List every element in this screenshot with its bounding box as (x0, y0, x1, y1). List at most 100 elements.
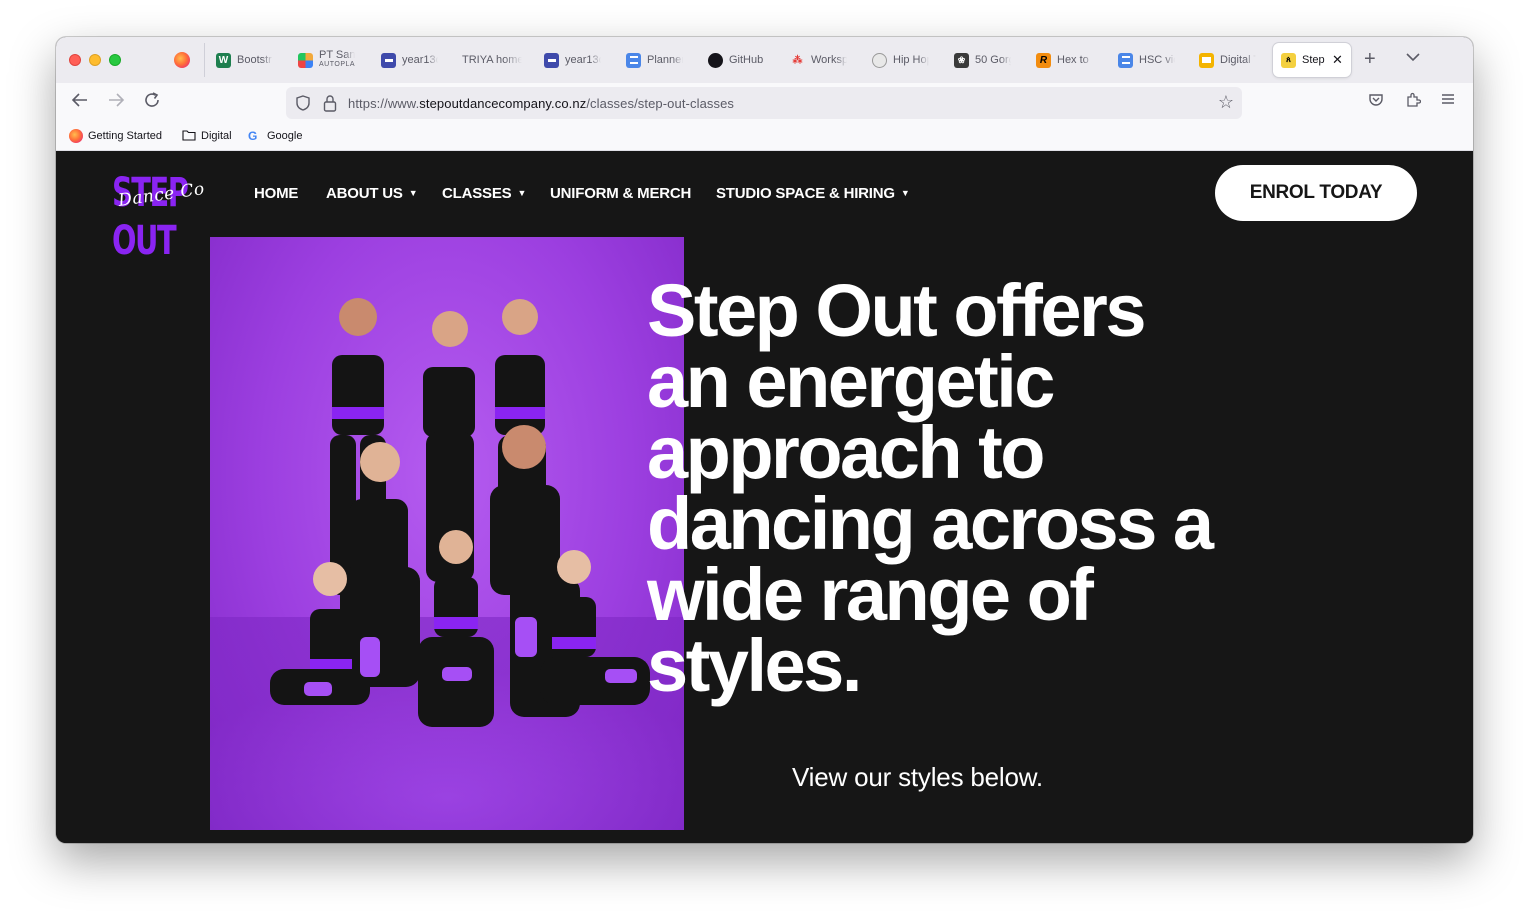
new-tab-plus-icon[interactable]: + (1364, 49, 1376, 69)
url-domain: stepoutdancecompany.co.nz (419, 96, 587, 111)
hero-subtitle: View our styles below. (792, 762, 1043, 792)
tab-github[interactable]: GitHub (708, 43, 769, 77)
google-icon: G (248, 129, 258, 143)
app-grid-icon (298, 52, 313, 68)
menu-uniform-merch[interactable]: UNIFORM & MERCH (550, 185, 691, 202)
tab-pt-san[interactable]: PT San AUTOPLA (298, 43, 355, 77)
menu-label: CLASSES (442, 185, 512, 202)
dropdown-caret-icon: ▼ (408, 188, 418, 198)
google-slides-icon (1199, 52, 1214, 68)
w-logo-icon: W (216, 52, 231, 68)
hero-heading-line: an energetic (647, 340, 1055, 423)
tab-hip-hop[interactable]: Hip Hop (872, 43, 929, 77)
url-bar[interactable]: https://www.stepoutdancecompany.co.nz/cl… (286, 87, 1242, 119)
url-text[interactable]: https://www.stepoutdancecompany.co.nz/cl… (348, 96, 734, 111)
tab-label: PT San (319, 50, 355, 60)
hero-heading-line: Step Out offers (647, 269, 1146, 352)
lock-icon[interactable] (323, 94, 337, 112)
tab-label: Step (1302, 54, 1325, 66)
tab-label: 50 Gorg (975, 54, 1011, 66)
url-prefix: https://www. (348, 96, 420, 111)
tab-sublabel: AUTOPLA (319, 61, 356, 68)
tab-step-out-active[interactable]: ጰ Step ✕ (1273, 43, 1351, 77)
tab-label: Digital T (1220, 54, 1256, 66)
google-docs-icon (1118, 52, 1133, 68)
close-window-button[interactable] (69, 54, 81, 66)
tab-bootstrap[interactable]: W Bootstr (216, 43, 273, 77)
hero-heading-line: wide range of (647, 553, 1094, 636)
workspace-icon: ⁂ (792, 54, 803, 66)
hero-heading-line: approach to (647, 411, 1045, 494)
bookmark-digital-folder[interactable]: Digital (182, 129, 232, 143)
tab-label: year13d (565, 54, 601, 66)
firefox-view-icon[interactable] (174, 52, 190, 68)
menu-studio-space-hiring[interactable]: STUDIO SPACE & HIRING ▼ (716, 185, 910, 202)
folder-icon (182, 129, 196, 143)
tab-label: Planner (647, 54, 683, 66)
firefox-icon (69, 129, 83, 143)
menu-label: STUDIO SPACE & HIRING (716, 185, 895, 202)
hamburger-menu-icon[interactable] (1441, 92, 1455, 111)
bookmark-label: Digital (201, 130, 232, 142)
hero-heading: Step Out offers an energetic approach to… (647, 269, 1287, 703)
site-logo[interactable]: STEP OUT Dance Co (112, 169, 212, 264)
web-page: STEP OUT Dance Co HOME ABOUT US ▼ CLASSES… (56, 151, 1473, 843)
extensions-puzzle-icon[interactable] (1405, 92, 1422, 113)
close-tab-icon[interactable]: ✕ (1332, 52, 1343, 68)
minimize-window-button[interactable] (89, 54, 101, 66)
menu-label: HOME (254, 185, 299, 202)
github-icon (708, 52, 723, 68)
menu-home[interactable]: HOME (254, 185, 298, 202)
menu-classes[interactable]: CLASSES ▼ (442, 185, 526, 202)
bookmarks-toolbar: Getting Started Digital G Google (56, 123, 1473, 151)
navigation-toolbar: https://www.stepoutdancecompany.co.nz/cl… (56, 83, 1473, 123)
dancers-group-photo (210, 237, 684, 830)
paw-icon: ❀ (954, 52, 969, 68)
bookmark-google[interactable]: G Google (248, 129, 302, 143)
bookmark-label: Getting Started (88, 130, 162, 142)
tab-divider (204, 43, 205, 77)
url-path: /classes/step-out-classes (586, 96, 735, 111)
bookmark-star-icon[interactable]: ☆ (1218, 92, 1234, 113)
google-docs-icon (626, 52, 641, 68)
tab-planner[interactable]: Planner (626, 43, 683, 77)
tab-list-chevron-down-icon[interactable] (1406, 49, 1420, 65)
tracking-protection-shield-icon[interactable] (296, 95, 310, 111)
hero-heading-line: dancing across a (647, 482, 1214, 565)
back-arrow-icon[interactable] (71, 91, 89, 114)
tab-triya-home[interactable]: TRIYA home (462, 43, 522, 77)
document-icon (381, 52, 396, 68)
tab-label: Bootstr (237, 54, 272, 66)
step-out-favicon-icon: ጰ (1281, 52, 1296, 68)
bookmark-label: Google (267, 130, 303, 142)
tab-hsc-vid[interactable]: HSC vid (1118, 43, 1175, 77)
tab-strip: W Bootstr PT San AUTOPLA year13d TRIYA h… (56, 37, 1473, 83)
tab-50-gorg[interactable]: ❀ 50 Gorg (954, 43, 1011, 77)
tab-label: Hex to (1057, 54, 1089, 66)
menu-label: ABOUT US (326, 185, 403, 202)
globe-icon (872, 52, 887, 68)
tab-year13d[interactable]: year13d (381, 43, 438, 77)
tab-digital[interactable]: Digital T (1199, 43, 1256, 77)
tab-hex-to[interactable]: R Hex to (1036, 43, 1093, 77)
document-icon (544, 52, 559, 68)
zoom-window-button[interactable] (109, 54, 121, 66)
tab-label: year13d (402, 54, 438, 66)
pocket-icon[interactable] (1368, 92, 1384, 113)
enrol-today-button[interactable]: ENROL TODAY (1215, 165, 1417, 221)
r-logo-icon: R (1036, 52, 1051, 68)
bookmark-getting-started[interactable]: Getting Started (69, 129, 162, 143)
tab-label: TRIYA home (462, 54, 522, 66)
menu-about-us[interactable]: ABOUT US ▼ (326, 185, 418, 202)
reload-icon[interactable] (143, 91, 161, 114)
browser-window: W Bootstr PT San AUTOPLA year13d TRIYA h… (56, 37, 1473, 843)
dropdown-caret-icon: ▼ (517, 188, 527, 198)
tab-workspace[interactable]: ⁂ Worksp (790, 43, 848, 77)
tab-label: Worksp (811, 54, 847, 66)
dropdown-caret-icon: ▼ (900, 188, 910, 198)
tab-year13d-2[interactable]: year13d (544, 43, 601, 77)
forward-arrow-icon[interactable] (107, 91, 125, 114)
tab-label: HSC vid (1139, 54, 1175, 66)
tab-label: Hip Hop (893, 54, 929, 66)
menu-label: UNIFORM & MERCH (550, 185, 692, 202)
